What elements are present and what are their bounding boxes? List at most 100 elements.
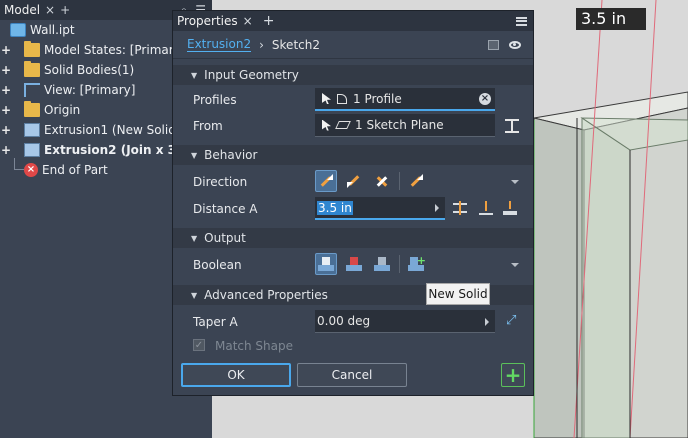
breadcrumb-separator: › <box>259 37 264 52</box>
section-title: Input Geometry <box>204 68 299 82</box>
tree-item-label: Wall.ipt <box>30 23 75 37</box>
tree-item-solid-bodies[interactable]: + Solid Bodies(1) <box>0 60 134 80</box>
extent-through-all-icon[interactable] <box>503 201 517 215</box>
distance-a-label: Distance A <box>193 202 258 216</box>
from-label: From <box>193 119 223 133</box>
taper-a-input[interactable]: 0.00 deg <box>315 310 495 333</box>
hamburger-menu-icon[interactable] <box>516 16 527 26</box>
section-input-geometry[interactable]: ▼ Input Geometry <box>173 65 533 85</box>
breadcrumb-sketch[interactable]: Sketch2 <box>272 38 320 52</box>
taper-a-label: Taper A <box>193 315 238 329</box>
expand-icon[interactable]: + <box>0 103 12 117</box>
apply-add-button[interactable]: + <box>501 363 525 387</box>
boolean-cut-button[interactable] <box>343 253 365 275</box>
from-selector[interactable]: 1 Sketch Plane <box>315 114 495 137</box>
direction-symmetric-icon <box>375 174 389 188</box>
cut-icon <box>346 257 362 271</box>
boolean-new-solid-button[interactable]: + <box>405 253 427 275</box>
tree-item-extrusion1[interactable]: + Extrusion1 (New Solid x 6 <box>0 120 198 140</box>
collapse-triangle-icon: ▼ <box>191 233 198 243</box>
direction-flipped-button[interactable] <box>343 170 365 192</box>
divider <box>399 255 400 273</box>
tree-item-label: End of Part <box>42 163 108 177</box>
ok-button[interactable]: OK <box>181 363 291 387</box>
folder-icon <box>24 101 40 117</box>
extrusion-icon <box>24 143 40 157</box>
collapse-triangle-icon: ▼ <box>191 290 198 300</box>
folder-icon <box>24 61 40 77</box>
measure-flyout-icon[interactable] <box>435 204 439 212</box>
cursor-icon <box>322 93 331 104</box>
sketch-plane-icon <box>335 121 351 129</box>
tree-item-end-of-part[interactable]: × End of Part <box>0 160 108 180</box>
direction-asymmetric-button[interactable] <box>405 170 427 192</box>
tree-item-part[interactable]: Wall.ipt <box>0 20 75 40</box>
profiles-value: 1 Profile <box>353 91 402 106</box>
end-of-part-icon: × <box>24 163 38 177</box>
tab-model-label: Model <box>4 3 41 17</box>
preset-icon[interactable] <box>488 39 499 50</box>
collapse-triangle-icon: ▼ <box>191 70 198 80</box>
section-title: Output <box>204 231 246 245</box>
chevron-down-icon[interactable] <box>511 180 519 184</box>
section-title: Behavior <box>204 148 258 162</box>
distance-a-value: 3.5 in <box>317 200 353 215</box>
tree-item-label: Model States: [Primary] <box>44 43 186 57</box>
section-behavior[interactable]: ▼ Behavior <box>173 145 533 165</box>
divider <box>399 172 400 190</box>
boolean-join-button[interactable] <box>315 253 337 275</box>
expand-icon[interactable]: + <box>0 143 12 157</box>
add-tab-icon[interactable]: + <box>60 3 70 17</box>
eye-icon[interactable] <box>509 40 521 49</box>
extrusion-icon <box>24 123 40 137</box>
intersect-icon <box>374 257 390 271</box>
tree-item-label: View: [Primary] <box>44 83 136 97</box>
direction-symmetric-button[interactable] <box>371 170 393 192</box>
properties-tabbar: Properties × + <box>173 11 533 31</box>
tree-item-label: Extrusion2 (Join x 3.5 <box>44 143 189 157</box>
folder-icon <box>24 41 40 57</box>
measure-flyout-icon[interactable] <box>485 318 489 326</box>
tab-model[interactable]: Model <box>4 3 40 17</box>
view-icon <box>24 83 40 97</box>
direction-default-button[interactable] <box>315 170 337 192</box>
chevron-down-icon[interactable] <box>511 263 519 267</box>
boolean-label: Boolean <box>193 258 242 272</box>
expand-icon[interactable]: + <box>0 63 12 77</box>
cursor-icon <box>322 119 331 131</box>
expand-icon[interactable]: + <box>0 83 12 97</box>
tree-item-origin[interactable]: + Origin <box>0 100 80 120</box>
tree-item-model-states[interactable]: + Model States: [Primary] <box>0 40 185 60</box>
breadcrumb-feature[interactable]: Extrusion2 <box>187 37 252 52</box>
tree-item-view[interactable]: + View: [Primary] <box>0 80 135 100</box>
distance-a-input[interactable]: 3.5 in <box>315 197 445 220</box>
profiles-label: Profiles <box>193 93 237 107</box>
extent-to-icon[interactable] <box>453 201 467 215</box>
taper-a-value: 0.00 deg <box>317 314 371 328</box>
part-file-icon <box>10 23 26 37</box>
direction-flipped-icon <box>347 174 361 188</box>
match-shape-checkbox[interactable]: ✓ <box>193 339 205 351</box>
taper-flip-icon[interactable]: ⤢ <box>506 313 516 328</box>
join-icon <box>318 257 334 271</box>
extent-to-next-icon[interactable] <box>479 201 493 215</box>
dimension-readout[interactable]: 3.5 in <box>576 8 646 30</box>
tree-item-label: Solid Bodies(1) <box>44 63 135 77</box>
expand-icon[interactable]: + <box>0 123 12 137</box>
direction-asymmetric-icon <box>409 174 423 188</box>
boolean-intersect-button[interactable] <box>371 253 393 275</box>
clear-icon[interactable]: × <box>479 92 491 105</box>
match-shape-label: Match Shape <box>215 339 294 353</box>
close-icon[interactable]: × <box>45 3 55 17</box>
section-output[interactable]: ▼ Output <box>173 228 533 248</box>
tab-properties[interactable]: Properties <box>177 14 238 28</box>
direction-label: Direction <box>193 175 248 189</box>
flip-icon[interactable] <box>505 119 519 133</box>
tree-item-extrusion2[interactable]: + Extrusion2 (Join x 3.5 <box>0 140 189 160</box>
add-tab-icon[interactable]: + <box>263 13 275 29</box>
expand-icon[interactable]: + <box>0 43 12 57</box>
profiles-selector[interactable]: 1 Profile × <box>315 88 495 111</box>
tooltip: New Solid <box>426 283 490 305</box>
cancel-button[interactable]: Cancel <box>297 363 407 387</box>
close-icon[interactable]: × <box>243 14 253 28</box>
